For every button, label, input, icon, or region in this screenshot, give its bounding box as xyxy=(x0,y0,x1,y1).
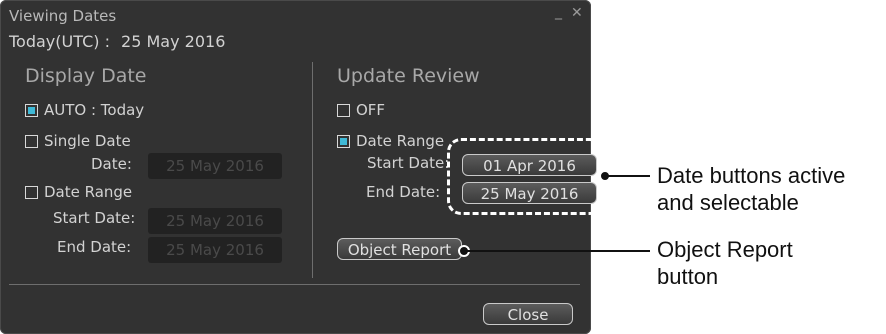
single-date-checkbox[interactable] xyxy=(25,134,38,148)
display-date-range-option[interactable]: Date Range xyxy=(25,183,132,201)
auto-today-label: AUTO : Today xyxy=(44,101,145,119)
update-off-option[interactable]: OFF xyxy=(337,101,385,119)
auto-today-option[interactable]: AUTO : Today xyxy=(25,101,144,119)
today-utc-row: Today(UTC) : 25 May 2016 xyxy=(9,32,225,51)
footer-divider xyxy=(9,284,580,285)
date-buttons-callout-line1: Date buttons active xyxy=(657,163,846,188)
today-value: 25 May 2016 xyxy=(121,32,226,51)
display-date-range-checkbox[interactable] xyxy=(25,185,38,199)
close-icon[interactable]: ✕ xyxy=(571,5,583,21)
update-date-range-checkbox[interactable] xyxy=(337,134,350,148)
section-divider xyxy=(312,62,313,278)
display-end-date-field: 25 May 2016 xyxy=(148,237,282,263)
display-start-date-label: Start Date: xyxy=(53,209,136,227)
update-off-checkbox[interactable] xyxy=(337,103,350,117)
object-report-callout-line xyxy=(467,250,650,252)
object-report-button[interactable]: Object Report xyxy=(337,238,462,260)
display-end-date-label: End Date: xyxy=(57,238,132,256)
update-start-date-label: Start Date: xyxy=(367,154,450,172)
update-end-date-label: End Date: xyxy=(366,183,441,201)
display-date-range-label: Date Range xyxy=(44,183,133,201)
close-button[interactable]: Close xyxy=(483,303,573,325)
single-date-field: 25 May 2016 xyxy=(148,153,282,179)
date-buttons-callout-line2: and selectable xyxy=(657,190,799,215)
update-date-range-option[interactable]: Date Range xyxy=(337,132,444,150)
minimize-icon[interactable]: _ xyxy=(555,4,562,20)
update-date-range-label: Date Range xyxy=(356,132,445,150)
single-date-option[interactable]: Single Date xyxy=(25,132,131,150)
date-buttons-callout: Date buttons active and selectable xyxy=(657,162,845,216)
object-report-callout-line1: Object Report xyxy=(657,237,793,262)
object-report-callout-line2: button xyxy=(657,264,719,289)
update-off-label: OFF xyxy=(356,101,386,119)
today-label: Today(UTC) : xyxy=(9,32,110,51)
display-start-date-field: 25 May 2016 xyxy=(148,208,282,234)
display-date-heading: Display Date xyxy=(25,65,147,87)
dialog-title: Viewing Dates xyxy=(9,7,117,25)
single-date-date-label: Date: xyxy=(91,155,132,173)
single-date-label: Single Date xyxy=(44,132,131,150)
auto-today-checkbox[interactable] xyxy=(25,103,38,117)
object-report-callout: Object Report button xyxy=(657,236,793,290)
date-buttons-callout-line xyxy=(608,175,650,177)
date-buttons-highlight xyxy=(447,138,604,215)
update-review-heading: Update Review xyxy=(337,65,480,87)
